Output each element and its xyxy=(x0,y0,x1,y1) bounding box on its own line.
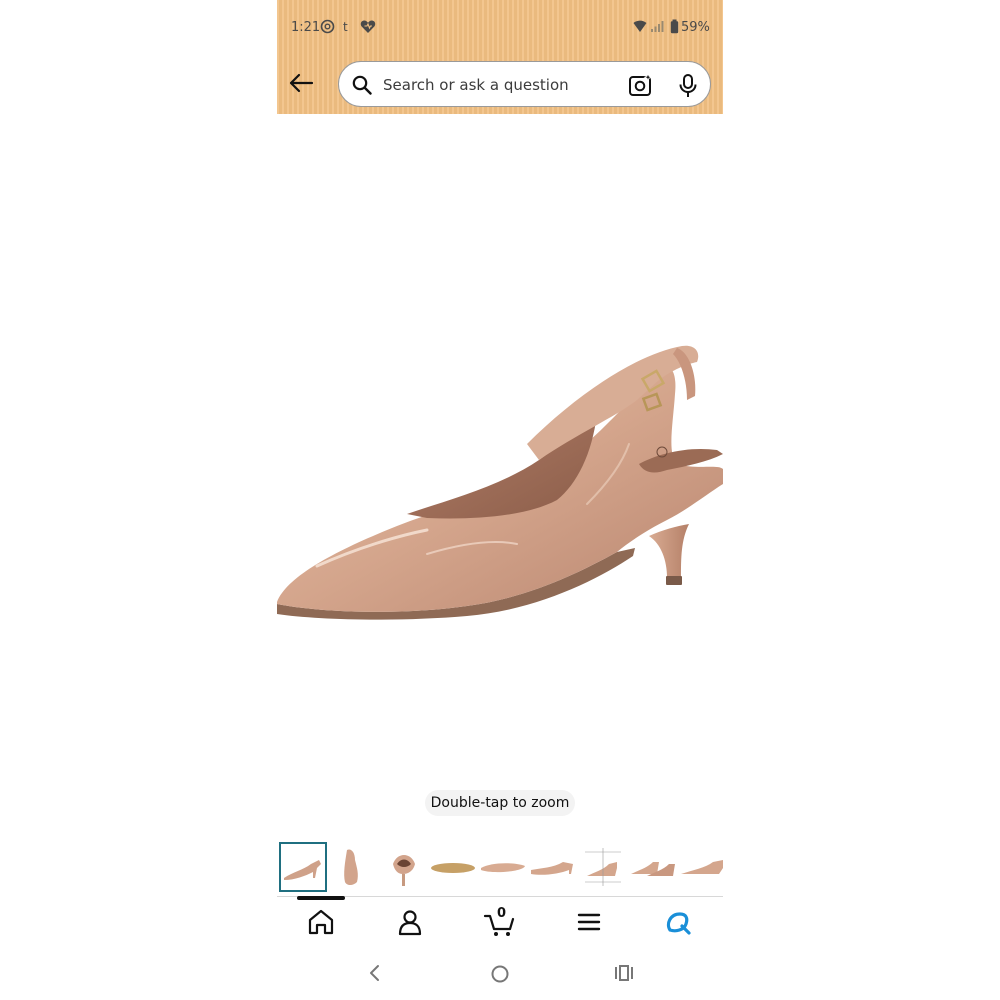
back-arrow-icon[interactable] xyxy=(288,71,314,95)
shoe-back-thumbnail xyxy=(393,855,415,886)
phone-screen: 1:21 t 59% Search or ask a question Doub… xyxy=(277,0,723,1000)
product-image-area[interactable]: Double-tap to zoom xyxy=(277,114,723,834)
heart-icon xyxy=(360,20,376,33)
thumbnail-strip[interactable] xyxy=(277,840,723,896)
search-bar[interactable] xyxy=(338,61,711,107)
app-header: 1:21 t 59% Search or ask a question xyxy=(277,0,723,114)
thumbnail-4[interactable] xyxy=(429,842,477,892)
nav-rufus-button[interactable] xyxy=(658,906,698,938)
cart-count: 0 xyxy=(497,906,507,921)
nav-account-button[interactable] xyxy=(390,906,430,938)
microphone-icon[interactable] xyxy=(678,73,698,99)
nav-menu-button[interactable] xyxy=(569,906,609,938)
nav-home-button[interactable] xyxy=(301,906,341,938)
shoe-front-thumbnail xyxy=(344,849,358,885)
shoe-sole-thumbnail xyxy=(431,863,475,873)
search-icon[interactable] xyxy=(352,75,372,95)
shoe-profile-thumbnail xyxy=(531,862,573,875)
system-back-icon[interactable] xyxy=(367,963,383,983)
zoom-hint: Double-tap to zoom xyxy=(425,790,575,816)
shoe-pair-thumbnail xyxy=(631,862,675,876)
thumbnail-2[interactable] xyxy=(329,842,377,892)
tumblr-icon: t xyxy=(343,20,348,34)
shoe-side-thumbnail xyxy=(284,860,321,880)
thumbnail-3[interactable] xyxy=(379,842,427,892)
bottom-navigation: 0 xyxy=(277,900,723,944)
account-icon xyxy=(398,910,422,936)
system-home-icon[interactable] xyxy=(489,963,511,985)
nav-cart-button[interactable]: 0 xyxy=(480,906,520,938)
status-bar: 1:21 t 59% xyxy=(277,0,723,56)
battery-icon xyxy=(670,19,679,34)
thumbnail-9[interactable] xyxy=(679,842,723,892)
system-navigation xyxy=(277,955,723,995)
thumbnail-1[interactable] xyxy=(279,842,327,892)
shoe-dimensions-thumbnail xyxy=(585,848,621,886)
wifi-icon xyxy=(633,20,647,32)
thumbnail-6[interactable] xyxy=(529,842,577,892)
menu-icon xyxy=(577,913,601,931)
system-recents-icon[interactable] xyxy=(613,963,635,983)
signal-icon xyxy=(651,21,664,32)
camera-search-icon[interactable] xyxy=(628,73,654,97)
status-time: 1:21 xyxy=(291,20,321,35)
shoe-top-thumbnail xyxy=(481,863,525,873)
thumbnail-5[interactable] xyxy=(479,842,527,892)
thumbnail-8[interactable] xyxy=(629,842,677,892)
slingback-pump-image[interactable] xyxy=(277,304,723,634)
search-input[interactable] xyxy=(383,75,613,95)
rufus-assistant-icon xyxy=(666,912,691,935)
threads-icon xyxy=(320,19,335,34)
thumbnail-7[interactable] xyxy=(579,842,627,892)
svg-text:t: t xyxy=(343,20,348,34)
battery-percent: 59% xyxy=(681,20,710,35)
home-icon xyxy=(308,909,334,935)
shoe-angle-thumbnail xyxy=(681,860,723,874)
